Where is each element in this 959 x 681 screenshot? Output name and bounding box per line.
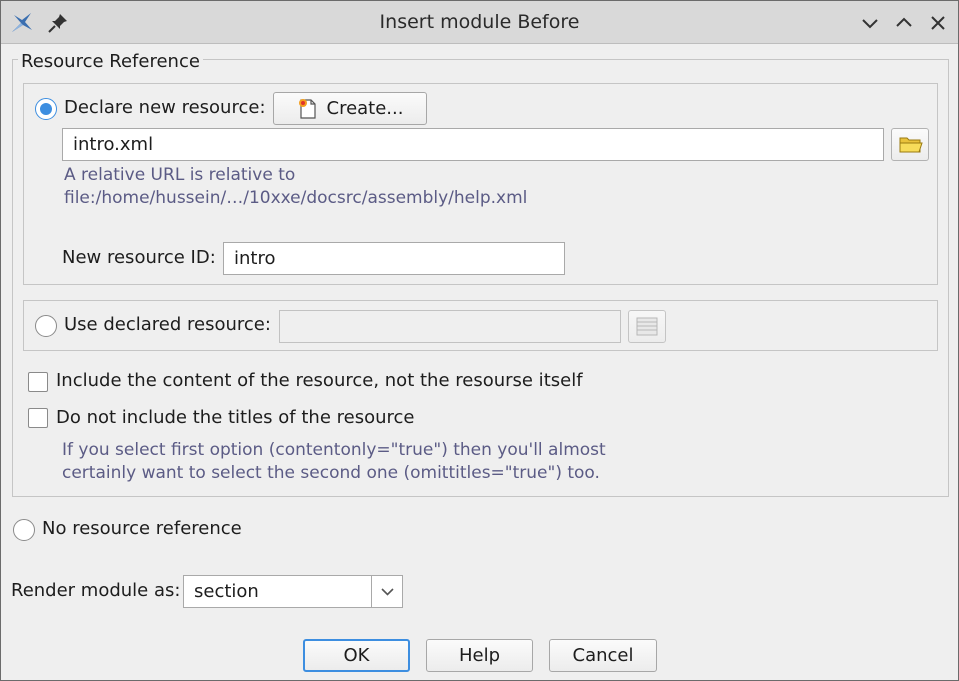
window-title: Insert module Before	[379, 11, 580, 33]
use-declared-resource-radio[interactable]	[35, 315, 57, 337]
ok-button[interactable]: OK	[303, 639, 410, 672]
declare-new-resource-label: Declare new resource:	[64, 97, 266, 118]
browse-button[interactable]	[891, 128, 929, 161]
minimize-chevron-icon[interactable]	[857, 10, 883, 36]
chevron-down-icon	[381, 588, 394, 596]
omit-titles-checkbox[interactable]	[28, 408, 48, 428]
render-module-value: section	[194, 581, 259, 602]
close-icon[interactable]	[925, 10, 951, 36]
new-resource-id-input[interactable]: intro	[223, 242, 565, 275]
options-hint-line2: certainly want to select the second one …	[62, 463, 600, 483]
url-hint-line2: file:/home/hussein/…/10xxe/docsrc/assemb…	[64, 188, 528, 208]
no-resource-reference-radio[interactable]	[13, 519, 35, 541]
include-content-label: Include the content of the resource, not…	[56, 370, 583, 391]
cancel-button[interactable]: Cancel	[549, 639, 657, 672]
declared-resource-input[interactable]	[279, 310, 621, 343]
title-bar: Insert module Before	[1, 1, 958, 44]
resource-reference-title: Resource Reference	[18, 51, 203, 72]
create-button[interactable]: Create...	[273, 92, 427, 125]
help-button[interactable]: Help	[426, 639, 533, 672]
omit-titles-label: Do not include the titles of the resourc…	[56, 407, 415, 428]
new-resource-id-label: New resource ID:	[62, 247, 216, 268]
new-document-icon	[298, 98, 316, 119]
resource-url-input[interactable]: intro.xml	[62, 128, 884, 161]
url-hint-line1: A relative URL is relative to	[64, 165, 296, 185]
use-declared-resource-label: Use declared resource:	[64, 314, 271, 335]
create-button-label: Create...	[326, 98, 404, 119]
no-resource-reference-label: No resource reference	[42, 518, 242, 539]
include-content-checkbox[interactable]	[28, 372, 48, 392]
render-module-select[interactable]: section	[183, 575, 403, 608]
dropdown-arrow[interactable]	[371, 576, 402, 607]
declare-new-resource-radio[interactable]	[35, 98, 57, 120]
declared-resource-list-button[interactable]	[628, 310, 666, 343]
maximize-chevron-icon[interactable]	[891, 10, 917, 36]
list-icon	[636, 317, 658, 336]
options-hint-line1: If you select first option (contentonly=…	[62, 440, 606, 460]
render-module-label: Render module as:	[11, 580, 181, 601]
dialog-window: Insert module Before Resource Reference …	[0, 0, 959, 681]
folder-icon	[899, 137, 923, 153]
